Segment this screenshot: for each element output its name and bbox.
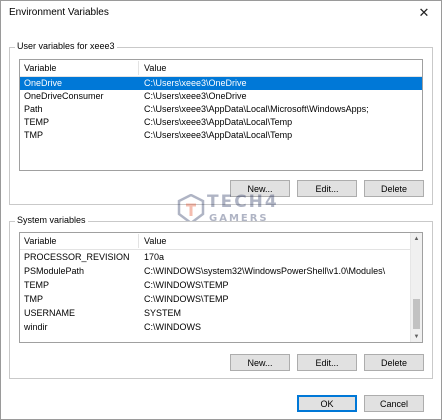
watermark-line1: TECH4 <box>207 192 279 212</box>
table-row[interactable]: Path C:\Users\xeee3\AppData\Local\Micros… <box>20 103 422 116</box>
tech4gamers-logo-icon <box>177 194 205 224</box>
column-header-variable[interactable]: Variable <box>24 63 56 73</box>
column-header-value[interactable]: Value <box>144 236 166 246</box>
scroll-up-arrow-icon[interactable]: ▲ <box>411 233 422 244</box>
row-variable: PROCESSOR_REVISION <box>24 252 130 262</box>
system-edit-button[interactable]: Edit... <box>297 354 357 371</box>
table-row[interactable]: OneDriveConsumer C:\Users\xeee3\OneDrive <box>20 90 422 103</box>
column-header-variable[interactable]: Variable <box>24 236 56 246</box>
row-value: C:\Users\xeee3\OneDrive <box>144 91 247 101</box>
title-bar: Environment Variables ✕ <box>1 1 441 25</box>
system-variables-label: System variables <box>15 215 88 225</box>
row-value: C:\WINDOWS\system32\WindowsPowerShell\v1… <box>144 266 386 276</box>
row-value: C:\Users\xeee3\AppData\Local\Temp <box>144 117 293 127</box>
row-variable: USERNAME <box>24 308 76 318</box>
scroll-down-arrow-icon[interactable]: ▼ <box>411 331 422 342</box>
table-row[interactable]: TMP C:\Users\xeee3\AppData\Local\Temp <box>20 129 422 142</box>
table-row[interactable]: TMP C:\WINDOWS\TEMP <box>20 293 422 306</box>
user-variables-header: Variable Value <box>20 60 422 77</box>
row-variable: TMP <box>24 294 43 304</box>
user-variables-list[interactable]: Variable Value OneDrive C:\Users\xeee3\O… <box>19 59 423 171</box>
close-icon[interactable]: ✕ <box>413 4 435 22</box>
row-variable: PSModulePath <box>24 266 85 276</box>
system-delete-button[interactable]: Delete <box>364 354 424 371</box>
table-row[interactable]: OneDrive C:\Users\xeee3\OneDrive <box>20 77 422 90</box>
environment-variables-dialog: Environment Variables ✕ User variables f… <box>0 0 442 420</box>
user-edit-button[interactable]: Edit... <box>297 180 357 197</box>
cancel-button[interactable]: Cancel <box>364 395 424 412</box>
row-value: C:\Users\xeee3\AppData\Local\Temp <box>144 130 293 140</box>
window-title: Environment Variables <box>9 7 109 18</box>
row-value: C:\WINDOWS\TEMP <box>144 294 229 304</box>
table-row[interactable]: windir C:\WINDOWS <box>20 321 422 334</box>
row-value: C:\WINDOWS <box>144 322 201 332</box>
ok-button[interactable]: OK <box>297 395 357 412</box>
system-variables-list[interactable]: Variable Value PROCESSOR_REVISION 170a P… <box>19 232 423 343</box>
column-header-value[interactable]: Value <box>144 63 166 73</box>
table-row[interactable]: PSModulePath C:\WINDOWS\system32\Windows… <box>20 265 422 278</box>
scroll-thumb[interactable] <box>413 299 420 329</box>
row-value: SYSTEM <box>144 308 182 318</box>
row-variable: TEMP <box>24 117 50 127</box>
row-value: C:\WINDOWS\TEMP <box>144 280 229 290</box>
row-variable: TEMP <box>24 280 50 290</box>
row-variable: OneDrive <box>24 78 63 88</box>
system-variables-header: Variable Value <box>20 233 422 250</box>
table-row[interactable]: TEMP C:\Users\xeee3\AppData\Local\Temp <box>20 116 422 129</box>
user-delete-button[interactable]: Delete <box>364 180 424 197</box>
system-new-button[interactable]: New... <box>230 354 290 371</box>
table-row[interactable]: USERNAME SYSTEM <box>20 307 422 320</box>
row-variable: Path <box>24 104 43 114</box>
row-variable: TMP <box>24 130 43 140</box>
column-divider[interactable] <box>138 234 139 248</box>
row-variable: windir <box>24 322 48 332</box>
table-row[interactable]: PROCESSOR_REVISION 170a <box>20 251 422 264</box>
system-variables-scrollbar[interactable]: ▲ ▼ <box>410 233 422 342</box>
table-row[interactable]: TEMP C:\WINDOWS\TEMP <box>20 279 422 292</box>
row-value: C:\Users\xeee3\OneDrive <box>144 78 247 88</box>
row-value: C:\Users\xeee3\AppData\Local\Microsoft\W… <box>144 104 369 114</box>
user-variables-label: User variables for xeee3 <box>15 41 117 51</box>
row-value: 170a <box>144 252 165 262</box>
column-divider[interactable] <box>138 61 139 75</box>
row-variable: OneDriveConsumer <box>24 91 104 101</box>
